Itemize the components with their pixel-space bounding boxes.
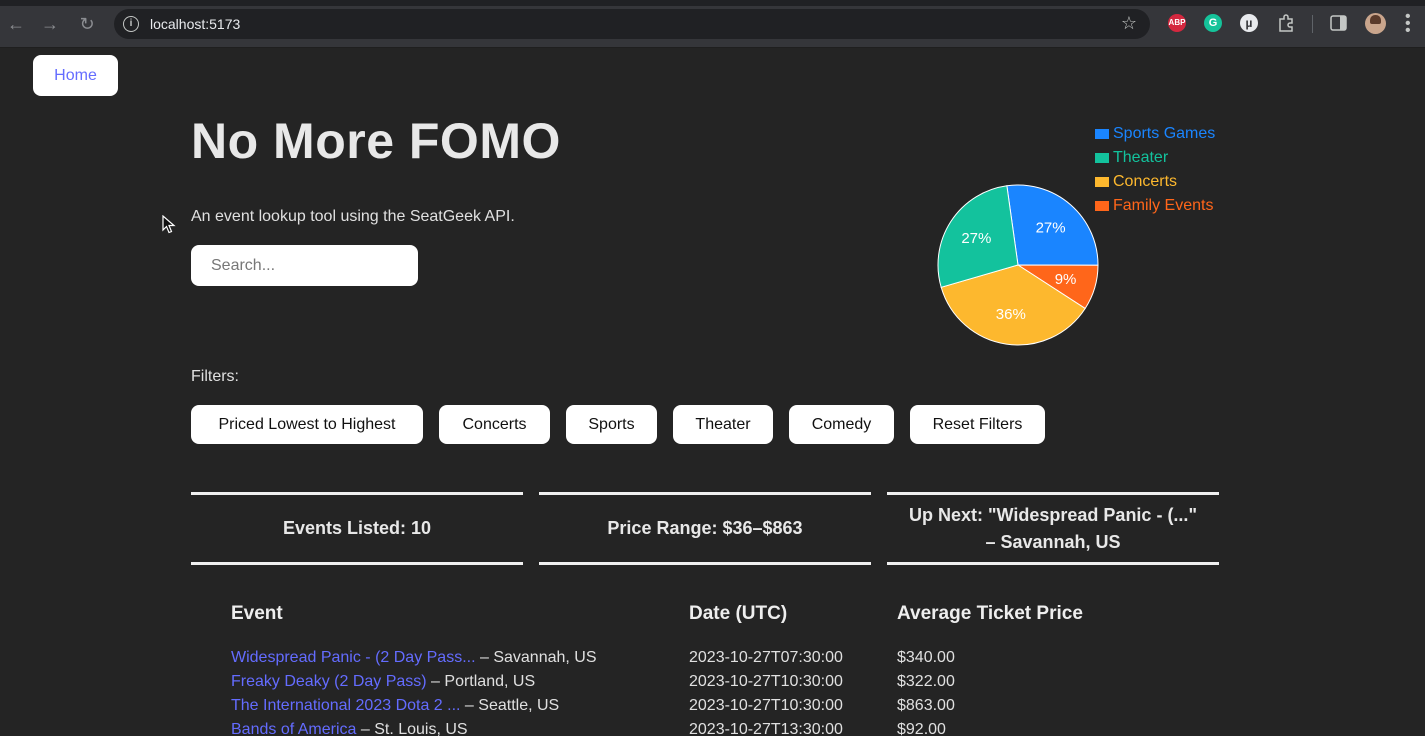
menu-kebab-icon[interactable]: • • •: [1405, 9, 1411, 39]
stat-price-range: Price Range: $36–$863: [539, 492, 871, 565]
event-location: – Portland, US: [426, 673, 536, 690]
event-date: 2023-10-27T07:30:00: [689, 649, 843, 666]
address-bar[interactable]: i localhost:5173 ☆: [114, 9, 1150, 39]
profile-avatar[interactable]: [1365, 13, 1386, 34]
legend-label: Family Events: [1113, 197, 1214, 214]
table-row: Widespread Panic - (2 Day Pass... – Sava…: [0, 649, 1425, 673]
table-row: Bands of America – St. Louis, US 2023-10…: [0, 721, 1425, 736]
event-location: – St. Louis, US: [356, 721, 468, 736]
legend-item: Concerts: [1095, 170, 1215, 194]
stat-up-next-line2: – Savannah, US: [985, 531, 1121, 552]
home-button[interactable]: Home: [33, 55, 118, 96]
event-price: $92.00: [897, 721, 946, 736]
filter-comedy-button[interactable]: Comedy: [789, 405, 894, 444]
pie-slice-label: 27%: [961, 230, 991, 247]
legend-swatch: [1095, 129, 1109, 139]
legend-item: Family Events: [1095, 194, 1215, 218]
page-subtitle: An event lookup tool using the SeatGeek …: [191, 208, 515, 225]
legend-label: Sports Games: [1113, 125, 1216, 142]
page-title: No More FOMO: [191, 113, 561, 169]
stat-price-range-text: Price Range: $36–$863: [607, 518, 803, 538]
table-row: The International 2023 Dota 2 ... – Seat…: [0, 697, 1425, 721]
event-price: $322.00: [897, 673, 955, 690]
filter-price-asc-button[interactable]: Priced Lowest to Highest: [191, 405, 423, 444]
url-text[interactable]: localhost:5173: [150, 16, 240, 32]
event-link[interactable]: The International 2023 Dota 2 ...: [231, 697, 460, 714]
event-location: – Seattle, US: [460, 697, 560, 714]
stat-events-listed-text: Events Listed: 10: [282, 518, 432, 538]
event-link[interactable]: Bands of America: [231, 721, 356, 736]
event-link[interactable]: Widespread Panic - (2 Day Pass...: [231, 649, 476, 666]
column-header-price: Average Ticket Price: [897, 603, 1083, 624]
filter-sports-button[interactable]: Sports: [566, 405, 657, 444]
category-pie-chart: 27% 9% 36% 27%: [937, 184, 1099, 346]
pie-slice-label: 27%: [1036, 220, 1066, 237]
pie-slice-label: 36%: [996, 306, 1026, 323]
event-price: $340.00: [897, 649, 955, 666]
filter-concerts-button[interactable]: Concerts: [439, 405, 550, 444]
legend-label: Concerts: [1113, 173, 1178, 190]
site-info-icon[interactable]: i: [123, 16, 139, 32]
event-price: $863.00: [897, 697, 955, 714]
search-input[interactable]: [191, 245, 418, 286]
browser-toolbar: ← → ↻ i localhost:5173 ☆ ABP G µ • • •: [0, 0, 1425, 48]
event-date: 2023-10-27T10:30:00: [689, 697, 843, 714]
chart-legend: Sports Games Theater Concerts Family Events: [1095, 122, 1215, 218]
legend-item: Sports Games: [1095, 122, 1215, 146]
stat-events-listed: Events Listed: 10: [191, 492, 523, 565]
back-icon[interactable]: ←: [6, 14, 26, 34]
extensions-puzzle-icon[interactable]: [1277, 14, 1295, 32]
event-location: – Savannah, US: [475, 649, 597, 666]
event-date: 2023-10-27T13:30:00: [689, 721, 843, 736]
bookmark-star-icon[interactable]: ☆: [1121, 13, 1137, 34]
tab-strip: [0, 0, 1425, 6]
grammarly-extension-icon[interactable]: G: [1204, 14, 1222, 32]
reset-filters-button[interactable]: Reset Filters: [910, 405, 1045, 444]
side-panel-icon[interactable]: [1330, 15, 1347, 31]
table-row: Freaky Deaky (2 Day Pass) – Portland, US…: [0, 673, 1425, 697]
reload-icon[interactable]: ↻: [77, 14, 97, 34]
privacy-extension-icon[interactable]: µ: [1240, 14, 1258, 32]
stat-up-next: Up Next: "Widespread Panic - (..." – Sav…: [887, 492, 1219, 565]
stat-up-next-line1: Up Next: "Widespread Panic - (...": [909, 504, 1197, 525]
legend-item: Theater: [1095, 146, 1215, 170]
column-header-event: Event: [231, 603, 283, 624]
toolbar-divider: [1312, 15, 1313, 33]
pie-slice-label: 9%: [1055, 271, 1077, 288]
filters-label: Filters:: [191, 368, 239, 385]
legend-swatch: [1095, 153, 1109, 163]
event-link[interactable]: Freaky Deaky (2 Day Pass): [231, 673, 427, 690]
mouse-cursor-icon: [162, 215, 176, 234]
event-date: 2023-10-27T10:30:00: [689, 673, 843, 690]
legend-label: Theater: [1113, 149, 1169, 166]
forward-icon[interactable]: →: [40, 14, 60, 34]
adblock-extension-icon[interactable]: ABP: [1168, 14, 1186, 32]
filter-theater-button[interactable]: Theater: [673, 405, 773, 444]
column-header-date: Date (UTC): [689, 603, 788, 624]
